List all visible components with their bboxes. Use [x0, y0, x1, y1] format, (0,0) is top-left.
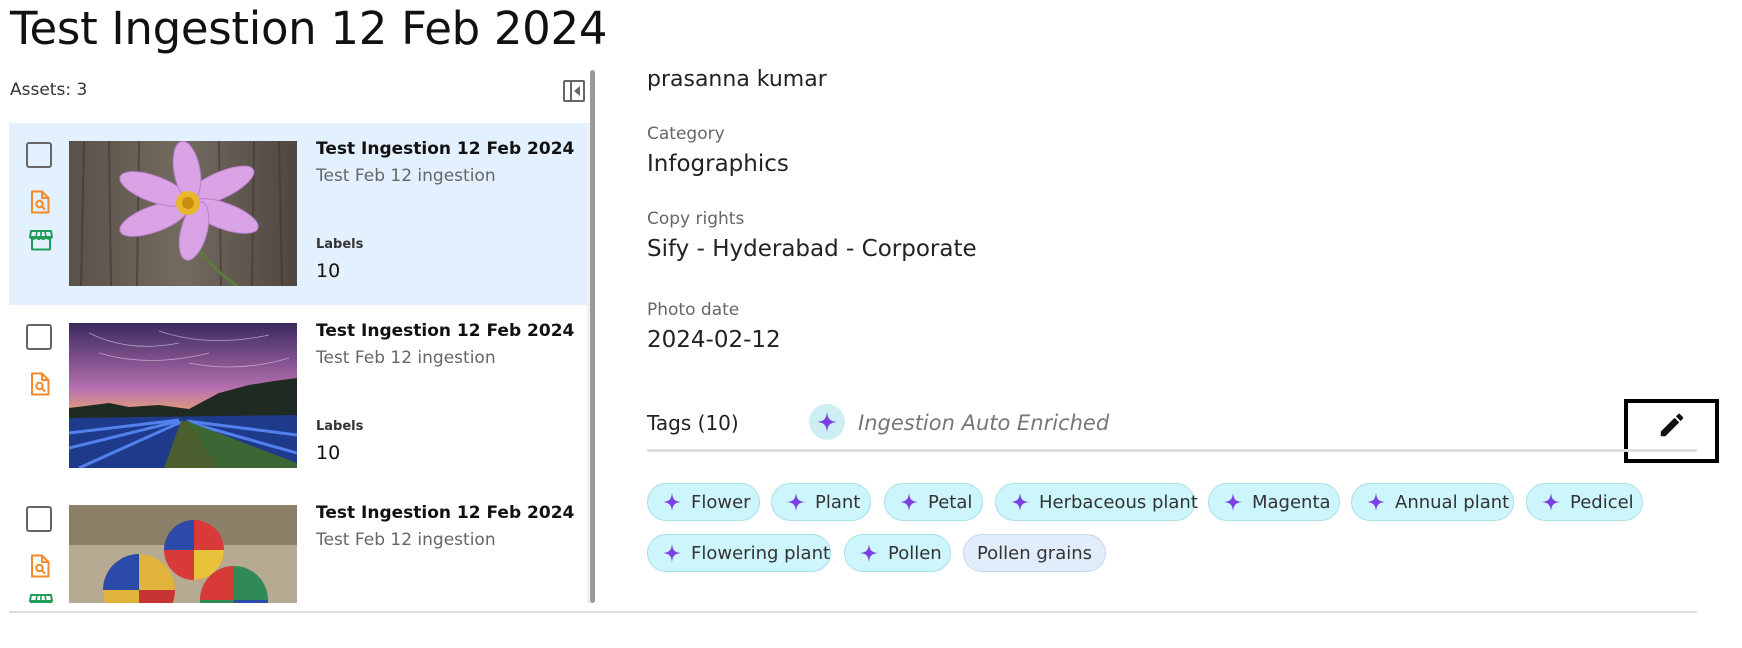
item-checkbox[interactable]	[26, 142, 52, 168]
sparkle-icon	[786, 492, 806, 512]
tags-divider	[647, 449, 1697, 452]
sparkle-icon	[662, 543, 682, 563]
pencil-icon	[1660, 413, 1684, 437]
page-title: Test Ingestion 12 Feb 2024	[10, 2, 608, 55]
asset-list-item[interactable]: Test Ingestion 12 Feb 2024 Test Feb 12 i…	[9, 487, 587, 603]
item-title: Test Ingestion 12 Feb 2024	[316, 139, 575, 159]
copyrights-label: Copy rights	[647, 209, 745, 229]
file-search-icon[interactable]	[29, 372, 51, 396]
file-search-icon[interactable]	[29, 190, 51, 214]
item-subtitle: Test Feb 12 ingestion	[316, 348, 496, 368]
item-labels-value: 10	[316, 442, 341, 464]
store-icon[interactable]	[29, 593, 53, 603]
item-subtitle: Test Feb 12 ingestion	[316, 166, 496, 186]
tag-chip[interactable]: Plant	[771, 483, 871, 521]
divider	[9, 611, 1697, 613]
sparkle-icon	[1223, 492, 1243, 512]
photo-date-value: 2024-02-12	[647, 327, 781, 353]
item-labels-value: 10	[316, 260, 341, 282]
item-title: Test Ingestion 12 Feb 2024	[316, 321, 575, 341]
sparkle-icon	[859, 543, 879, 563]
tag-chip[interactable]: Pollen	[844, 534, 951, 572]
copyrights-value: Sify - Hyderabad - Corporate	[647, 236, 977, 262]
item-subtitle: Test Feb 12 ingestion	[316, 530, 496, 550]
tag-label: Annual plant	[1395, 491, 1510, 513]
list-scrollbar[interactable]	[590, 70, 595, 603]
tag-label: Herbaceous plant	[1039, 491, 1198, 513]
tags-heading: Tags (10)	[647, 411, 739, 435]
tag-label: Petal	[928, 491, 973, 513]
category-label: Category	[647, 124, 725, 144]
sparkle-icon	[899, 492, 919, 512]
item-checkbox[interactable]	[26, 324, 52, 350]
tag-chip[interactable]: Pedicel	[1526, 483, 1643, 521]
item-labels-label: Labels	[316, 237, 364, 252]
asset-list: Test Ingestion 12 Feb 2024 Test Feb 12 i…	[9, 123, 587, 603]
tag-label: Plant	[815, 491, 861, 513]
tag-chip[interactable]: Herbaceous plant	[995, 483, 1198, 521]
tag-label: Magenta	[1252, 491, 1331, 513]
tag-chip[interactable]: Petal	[884, 483, 983, 521]
category-value: Infographics	[647, 151, 789, 177]
file-search-icon[interactable]	[29, 554, 51, 578]
tag-chip[interactable]: Annual plant	[1351, 483, 1514, 521]
item-labels-label: Labels	[316, 419, 364, 434]
asset-list-item[interactable]: Test Ingestion 12 Feb 2024 Test Feb 12 i…	[9, 305, 587, 487]
assets-count: Assets: 3	[10, 80, 88, 100]
tag-label: Pollen grains	[976, 542, 1093, 564]
store-icon[interactable]	[29, 229, 53, 251]
asset-thumbnail[interactable]	[69, 505, 297, 603]
sparkle-icon	[662, 492, 682, 512]
owner-name: prasanna kumar	[647, 67, 827, 92]
photo-date-label: Photo date	[647, 300, 740, 320]
asset-thumbnail[interactable]	[69, 141, 297, 286]
tag-chip[interactable]: Magenta	[1208, 483, 1340, 521]
item-checkbox[interactable]	[26, 506, 52, 532]
tag-label: Pollen	[888, 542, 942, 564]
sparkle-icon	[1541, 492, 1561, 512]
tag-label: Flower	[691, 491, 751, 513]
sparkle-icon	[1366, 492, 1386, 512]
sparkle-icon	[809, 404, 845, 440]
asset-thumbnail[interactable]	[69, 323, 297, 468]
tag-chip[interactable]: Flowering plant	[647, 534, 831, 572]
tag-chip[interactable]: Pollen grains	[963, 534, 1106, 572]
item-title: Test Ingestion 12 Feb 2024	[316, 503, 575, 523]
tag-chip[interactable]: Flower	[647, 483, 760, 521]
sparkle-icon	[1010, 492, 1030, 512]
tag-label: Flowering plant	[691, 542, 831, 564]
tag-label: Pedicel	[1570, 491, 1634, 513]
asset-list-item[interactable]: Test Ingestion 12 Feb 2024 Test Feb 12 i…	[9, 123, 587, 305]
edit-tags-button[interactable]	[1624, 399, 1719, 463]
auto-enriched-label: Ingestion Auto Enriched	[858, 411, 1110, 435]
panel-collapse-icon[interactable]	[563, 80, 585, 102]
